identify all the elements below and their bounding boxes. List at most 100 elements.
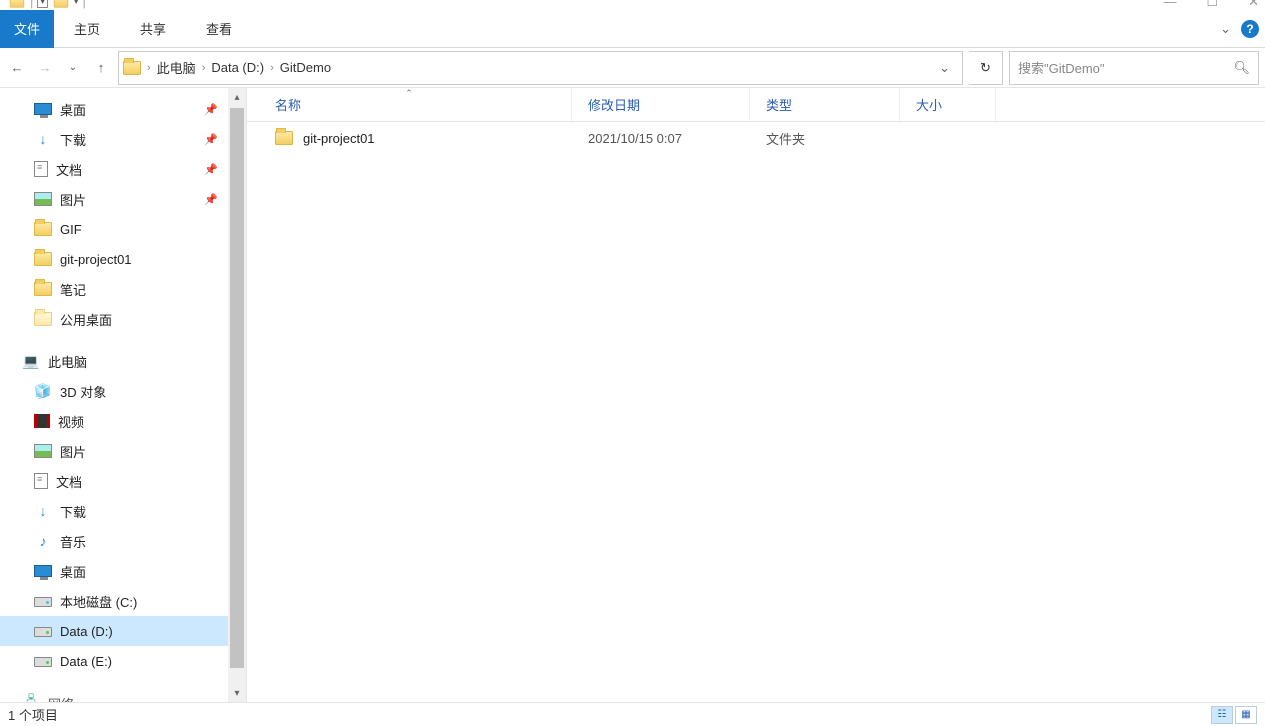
sidebar-item[interactable]: 图片 [0,436,228,466]
breadcrumb-folder[interactable]: GitDemo [276,60,335,75]
column-size[interactable]: 大小 [900,88,996,121]
sidebar-item[interactable]: ↓下载 [0,496,228,526]
folder-icon [34,222,52,236]
monitor-icon [34,565,52,577]
sidebar-item-label: 本地磁盘 (C:) [60,592,137,611]
refresh-button[interactable]: ↻ [969,51,1003,85]
overflow-icon[interactable]: ▾ [74,0,79,7]
sidebar-item-label: 网络 [48,694,74,703]
file-list-pane: 名称 ⌃ 修改日期 类型 大小 git-project012021/10/15 … [247,88,1265,702]
sidebar-item[interactable]: ♪音乐 [0,526,228,556]
sidebar-thispc[interactable]: 💻 此电脑 [0,346,228,376]
sidebar-item-label: Data (D:) [60,624,113,639]
chevron-right-icon[interactable]: › [145,62,153,74]
scroll-thumb[interactable] [230,108,244,668]
pin-icon: 📌 [204,163,218,176]
sidebar-item[interactable]: 文档 [0,466,228,496]
sidebar-item[interactable]: 🧊3D 对象 [0,376,228,406]
column-date[interactable]: 修改日期 [572,88,750,121]
sidebar-item[interactable]: Data (E:) [0,646,228,676]
sidebar-item-label: 下载 [60,502,86,521]
icons-view-button[interactable]: ▦ [1235,706,1257,724]
sidebar-item-label: 图片 [60,442,86,461]
address-dropdown-icon[interactable]: ⌄ [931,60,958,76]
ribbon-bar: 文件 主页 共享 查看 ⌄ ? [0,10,1265,48]
recent-dropdown-icon[interactable]: ⌄ [62,57,84,79]
folder-icon [275,131,293,145]
folder-icon [123,59,141,77]
column-type[interactable]: 类型 [750,88,900,121]
sidebar-item[interactable]: 公用桌面 [0,304,228,334]
sidebar-item-label: 3D 对象 [60,382,106,401]
sidebar-item[interactable]: 桌面 [0,556,228,586]
sidebar-item[interactable]: 图片📌 [0,184,228,214]
sidebar-item[interactable]: 文档📌 [0,154,228,184]
pin-icon: 📌 [204,193,218,206]
video-icon [34,414,50,428]
back-button[interactable]: ← [6,57,28,79]
drive-icon [34,597,52,607]
sidebar-scrollbar[interactable]: ▴ ▾ [228,88,246,702]
sidebar-network[interactable]: 🖧 网络 [0,688,228,702]
ribbon-file-tab[interactable]: 文件 [0,10,54,48]
drive-icon [34,657,52,667]
search-input[interactable]: 搜索"GitDemo" 🔍︎ [1009,51,1259,85]
up-button[interactable]: ↑ [90,57,112,79]
sidebar-item-label: 公用桌面 [60,310,112,329]
chevron-right-icon[interactable]: › [200,62,208,74]
sidebar-item[interactable]: 桌面📌 [0,94,228,124]
sidebar-item-label: 笔记 [60,280,86,299]
monitor-icon [34,103,52,115]
sidebar-item-label: git-project01 [60,252,132,267]
folder-icon [10,0,24,7]
breadcrumb-thispc[interactable]: 此电脑 [153,58,200,77]
search-icon[interactable]: 🔍︎ [1233,60,1250,76]
search-placeholder: 搜索"GitDemo" [1018,58,1233,77]
folder-icon [34,282,52,296]
column-name[interactable]: 名称 ⌃ [247,88,572,121]
dropdown-icon[interactable]: ▾ [37,0,48,8]
quick-access-toolbar: | ▾ ▾ | GitDemo [8,0,86,9]
sidebar-item-label: 下载 [60,130,86,149]
ribbon-tab-share[interactable]: 共享 [120,11,186,46]
minimize-button[interactable]: — [1163,0,1176,10]
main-area: 桌面📌↓下载📌文档📌图片📌GIFgit-project01笔记公用桌面💻此电脑🧊… [0,88,1265,702]
folder-icon [34,252,52,266]
sidebar-item[interactable]: Data (D:) [0,616,228,646]
chevron-right-icon[interactable]: › [268,62,276,74]
address-bar[interactable]: › 此电脑 › Data (D:) › GitDemo ⌄ [118,51,963,85]
sidebar-item[interactable]: git-project01 [0,244,228,274]
sidebar-item-label: 桌面 [60,100,86,119]
ribbon-collapse-icon[interactable]: ⌄ [1220,21,1231,37]
ribbon-tab-home[interactable]: 主页 [54,11,120,46]
help-icon[interactable]: ? [1241,20,1259,38]
sidebar-item[interactable]: 笔记 [0,274,228,304]
navigation-bar: ← → ⌄ ↑ › 此电脑 › Data (D:) › GitDemo ⌄ ↻ … [0,48,1265,88]
sidebar-item[interactable]: 本地磁盘 (C:) [0,586,228,616]
folder-icon [34,312,52,326]
maximize-button[interactable]: ☐ [1206,0,1218,10]
document-icon [34,473,48,489]
view-mode-toggles: ☷ ▦ [1211,706,1257,724]
scroll-up-icon[interactable]: ▴ [228,88,246,106]
sidebar-item[interactable]: GIF [0,214,228,244]
window-title: GitDemo [128,0,179,3]
sidebar-item[interactable]: 视频 [0,406,228,436]
file-row[interactable]: git-project012021/10/15 0:07文件夹 [247,122,1265,154]
network-icon: 🖧 [22,695,40,702]
sort-ascending-icon: ⌃ [405,88,413,99]
status-text: 1 个项目 [8,705,58,724]
details-view-button[interactable]: ☷ [1211,706,1233,724]
sidebar-item-label: Data (E:) [60,654,112,669]
sidebar: 桌面📌↓下载📌文档📌图片📌GIFgit-project01笔记公用桌面💻此电脑🧊… [0,88,247,702]
ribbon-tab-view[interactable]: 查看 [186,11,252,46]
status-bar: 1 个项目 ☷ ▦ [0,702,1265,726]
close-button[interactable]: ✕ [1248,0,1259,10]
sidebar-item[interactable]: ↓下载📌 [0,124,228,154]
breadcrumb-drive[interactable]: Data (D:) [207,60,268,75]
pc-icon: 💻 [22,353,40,369]
download-icon: ↓ [34,131,52,147]
scroll-down-icon[interactable]: ▾ [228,684,246,702]
forward-button[interactable]: → [34,57,56,79]
sidebar-item-label: 此电脑 [48,352,87,371]
